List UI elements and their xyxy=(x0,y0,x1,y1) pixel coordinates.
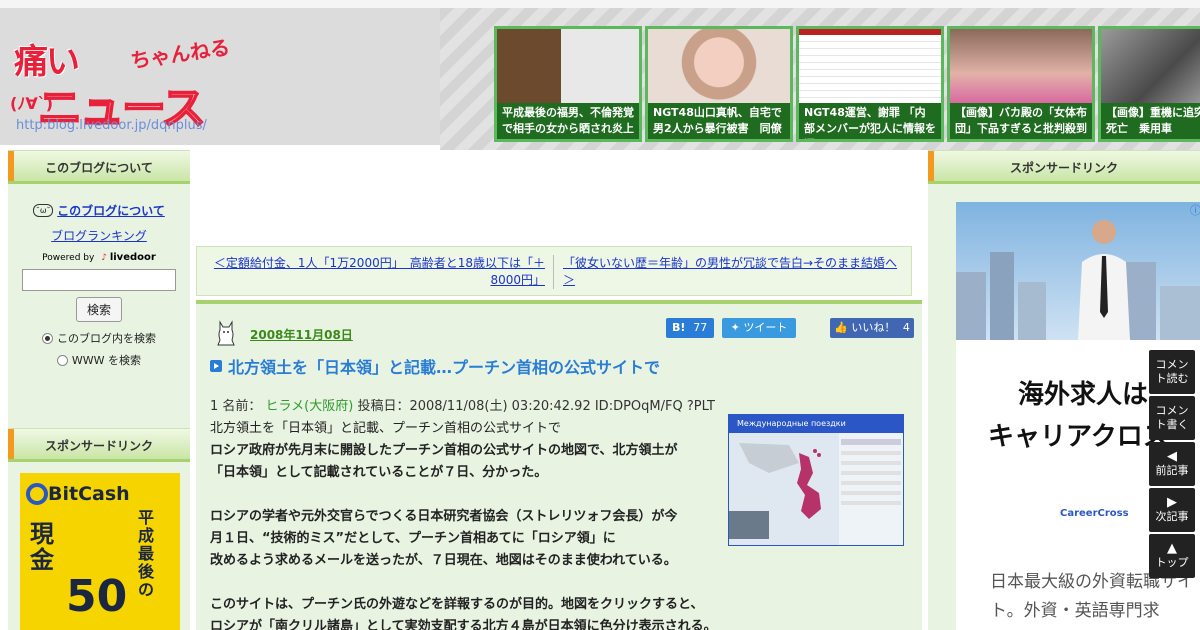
top-button[interactable]: ▲ トップ xyxy=(1149,534,1195,578)
thumb-image xyxy=(1101,29,1200,103)
featured-thumbnails: 平成最後の福男、不倫発覚で相手の女から晒され炎上 NGT48山口真帆、自宅で男2… xyxy=(494,26,1200,142)
site-header: 痛い ちゃんねる ニュース (ﾉ∀`) http:blog.livedoor.j… xyxy=(0,0,1200,153)
tweet-label: ツイート xyxy=(743,321,788,334)
site-logo[interactable]: 痛い ちゃんねる ニュース (ﾉ∀`) http:blog.livedoor.j… xyxy=(10,30,235,140)
write-comment-button[interactable]: コメント書く xyxy=(1149,396,1195,440)
prev-article-link[interactable]: ＜定額給付金、1人「1万2000円」 高齢者と18歳以下は「＋8000円」 xyxy=(205,255,545,289)
thumb-caption: 平成最後の福男、不倫発覚で相手の女から晒され炎上 xyxy=(497,103,639,139)
about-section-title: このブログについて xyxy=(8,150,190,184)
res-name: ヒラメ(大阪府) xyxy=(265,399,354,414)
about-box: ˘ω˘ このブログについて ブログランキング Powered by ♪ live… xyxy=(8,184,190,384)
body-line: 改めるよう求めるメールを送ったが、７日現在、地図はそのまま使われている。 xyxy=(210,553,677,568)
main-content: ＜定額給付金、1人「1万2000円」 高齢者と18歳以下は「＋8000円」 「彼… xyxy=(190,150,928,630)
bitcash-vertical-text: 現金 xyxy=(30,520,54,574)
radio-unselected-icon[interactable] xyxy=(56,354,68,366)
bitcash-logo-icon xyxy=(26,483,48,505)
map-title: Международные поездки xyxy=(729,415,903,433)
ad-photo xyxy=(956,202,1200,340)
ad-skyline-graphic xyxy=(956,220,1200,340)
logo-face-text: (ﾉ∀`) xyxy=(10,94,54,113)
pager-divider xyxy=(553,255,554,289)
play-icon xyxy=(210,360,222,372)
thumb-image xyxy=(648,29,790,103)
article-title-text: 北方領土を「日本領」と記載…プーチン首相の公式サイトで xyxy=(228,358,661,377)
ad-logo: CareerCross xyxy=(1060,508,1129,519)
thumb-caption: 【画像】バカ殿の「女体布団」下品すぎると批判殺到 xyxy=(950,103,1092,139)
float-label: 次記事 xyxy=(1155,510,1189,523)
radio-in-blog[interactable]: このブログ内を検索 xyxy=(18,330,180,346)
thumb-caption: NGT48運営、謝罪 「内部メンバーが犯人に情報を漏 xyxy=(799,103,941,139)
ad-headline-1: 海外求人は xyxy=(1018,380,1149,410)
search-input[interactable] xyxy=(22,269,176,291)
logo-chan-text: ちゃんねる xyxy=(129,35,232,73)
right-sponsor-title: スポンサードリンク xyxy=(928,150,1200,184)
hatena-bookmark-button[interactable]: B! 77 xyxy=(666,318,714,338)
about-link[interactable]: このブログについて xyxy=(57,202,165,219)
read-comments-button[interactable]: コメント読む xyxy=(1149,350,1195,394)
ad-headline-2: キャリアクロス xyxy=(988,422,1169,452)
map-screenshot-image[interactable]: Международные поездки xyxy=(728,414,904,546)
radio-www[interactable]: WWW を検索 xyxy=(18,352,180,368)
article-pager: ＜定額給付金、1人「1万2000円」 高齢者と18歳以下は「＋8000円」 「彼… xyxy=(196,246,912,296)
like-label: いいね！ xyxy=(851,321,896,334)
prev-post-button[interactable]: ◀ 前記事 xyxy=(1149,442,1195,486)
thumbs-up-icon: 👍 xyxy=(834,321,848,334)
bitcash-number: 50 xyxy=(66,571,128,622)
body-line: ロシアが「南クリル諸島」として実効支配する北方４島が日本領に色分け表示される。 xyxy=(210,619,717,630)
post-mascot-icon xyxy=(217,320,235,346)
powered-brand: livedoor xyxy=(109,252,156,263)
powered-by-label: Powered by xyxy=(42,253,95,263)
post-date[interactable]: 2008年11月08日 xyxy=(250,326,353,343)
body-line xyxy=(210,572,910,594)
hatena-label: B! xyxy=(672,321,686,334)
like-count: 4 xyxy=(902,321,910,334)
map-graphic xyxy=(729,433,901,545)
search-button[interactable]: 検索 xyxy=(75,297,122,322)
res-number: 1 名前： xyxy=(210,399,262,414)
featured-thumb[interactable]: 【画像】重機に追突の男性死亡 乗用車 xyxy=(1098,26,1200,142)
body-line: このサイトは、プーチン氏の外遊などを詳報するのが目的。地図をクリックすると、 xyxy=(210,597,704,612)
facebook-like-button[interactable]: 👍 いいね！ 4 xyxy=(830,318,914,338)
radio-www-label: WWW を検索 xyxy=(71,354,142,367)
right-arrow-icon: ▶ xyxy=(1167,495,1177,510)
ad-info-icon[interactable]: ⓘ xyxy=(1190,202,1200,218)
featured-thumb[interactable]: NGT48運営、謝罪 「内部メンバーが犯人に情報を漏 xyxy=(796,26,944,142)
float-label: トップ xyxy=(1155,556,1189,569)
radio-selected-icon[interactable] xyxy=(42,332,53,344)
twitter-bird-icon: ✦ xyxy=(730,321,740,334)
float-label: コメント書く xyxy=(1155,404,1189,431)
left-arrow-icon: ◀ xyxy=(1167,449,1177,464)
featured-thumb[interactable]: NGT48山口真帆、自宅で男2人から暴行被害 同僚メ xyxy=(645,26,793,142)
bitcash-right-text: 平成最後の xyxy=(138,508,155,599)
floating-nav: コメント読む コメント書く ◀ 前記事 ▶ 次記事 ▲ トップ xyxy=(1149,350,1195,580)
next-article-link[interactable]: 「彼女いない歴＝年齢」の男性が冗談で告白→そのまま結婚へ＞ xyxy=(563,255,903,289)
tweet-button[interactable]: ✦ ツイート xyxy=(722,318,796,338)
thumb-image xyxy=(950,29,1092,103)
thumb-caption: 【画像】重機に追突の男性死亡 乗用車 xyxy=(1101,103,1200,139)
powered-by: Powered by ♪ livedoor xyxy=(18,252,180,263)
bitcash-brand: BitCash xyxy=(48,483,130,505)
thumb-image xyxy=(799,29,941,103)
next-post-button[interactable]: ▶ 次記事 xyxy=(1149,488,1195,532)
thumb-image xyxy=(497,29,639,103)
article-title[interactable]: 北方領土を「日本領」と記載…プーチン首相の公式サイトで xyxy=(210,354,660,378)
radio-in-blog-label: このブログ内を検索 xyxy=(57,332,156,345)
float-label: コメント読む xyxy=(1155,358,1189,385)
hatena-count: 77 xyxy=(693,321,708,334)
livedoor-icon: ♪ xyxy=(101,253,107,263)
thumb-caption: NGT48山口真帆、自宅で男2人から暴行被害 同僚メ xyxy=(648,103,790,139)
ranking-link[interactable]: ブログランキング xyxy=(18,227,180,244)
logo-url: http:blog.livedoor.jp/dqnplus/ xyxy=(16,118,207,133)
left-sponsor-title: スポンサードリンク xyxy=(8,428,190,462)
res-meta: 投稿日：2008/11/08(土) 03:20:42.92 ID:DPOqM/F… xyxy=(357,399,715,414)
face-icon: ˘ω˘ xyxy=(33,204,54,217)
featured-thumb[interactable]: 【画像】バカ殿の「女体布団」下品すぎると批判殺到 xyxy=(947,26,1095,142)
article: 2008年11月08日 B! 77 ✦ ツイート 👍 いいね！ 4 北方領土を「… xyxy=(196,300,922,630)
up-arrow-icon: ▲ xyxy=(1167,541,1177,556)
featured-thumb[interactable]: 平成最後の福男、不倫発覚で相手の女から晒され炎上 xyxy=(494,26,642,142)
float-label: 前記事 xyxy=(1155,464,1189,477)
bitcash-ad[interactable]: BitCash 現金 50 平成最後の xyxy=(20,473,180,630)
